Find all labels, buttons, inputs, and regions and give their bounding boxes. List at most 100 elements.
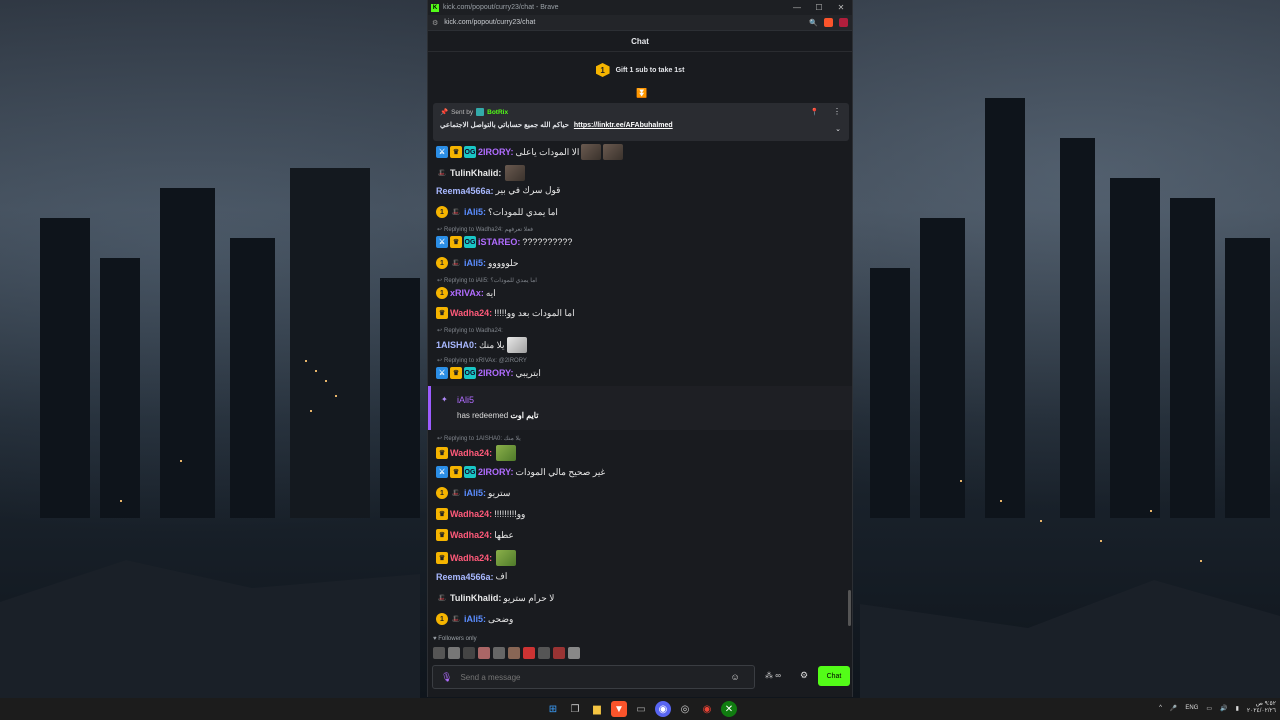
maximize-button[interactable]: ☐ (808, 3, 830, 12)
channel-points-icon: ✦ (441, 395, 448, 404)
followers-only-text: Followers only (438, 636, 477, 642)
pinned-link[interactable]: https://linktr.ee/AFAbuhalmed (574, 122, 673, 129)
reply-text: Replying to xRIVAx: @2IRORY (444, 357, 527, 364)
username[interactable]: Wadha24: (450, 448, 492, 458)
redeem-notice: ✦ iAli5 has redeemed تايم اوت (428, 386, 852, 430)
vip-crown-icon: ♛ (436, 552, 448, 564)
username[interactable]: Wadha24: (450, 308, 492, 318)
username[interactable]: iAli5: (464, 258, 486, 268)
chevron-up-icon[interactable]: ^ (1159, 705, 1162, 711)
expand-arrow-icon[interactable]: ⏬ (636, 88, 647, 99)
username[interactable]: iAli5: (464, 614, 486, 624)
send-message-box[interactable]: 🎙 ☺ (432, 665, 755, 689)
file-explorer-icon[interactable]: ▆ (589, 701, 605, 717)
username[interactable]: iAli5: (464, 207, 486, 217)
emote-quick-bar[interactable] (433, 647, 580, 659)
redeem-action: has redeemed (457, 411, 509, 420)
username[interactable]: Wadha24: (450, 509, 492, 519)
url-bar[interactable]: ⚙ kick.com/popout/curry23/chat 🔍 (428, 15, 852, 31)
chevron-down-icon[interactable]: ⌄ (835, 125, 841, 133)
message-text: يلا منك (479, 339, 505, 350)
redeem-username[interactable]: iAli5 (457, 395, 474, 405)
username[interactable]: 2IRORY: (478, 368, 514, 378)
reply-context[interactable]: ↩ Replying to iAli5: اما يمدي للمودات؟ (437, 277, 537, 284)
message-text: اف (495, 571, 508, 581)
channel-points-button[interactable]: ⁂ ∞ (765, 671, 781, 680)
settings-gear-icon[interactable]: ⚙ (800, 670, 808, 681)
hat-badge-icon: 🎩 (451, 616, 461, 623)
app-icon[interactable]: ▭ (633, 701, 649, 717)
vip-crown-icon: ♛ (450, 466, 462, 478)
username[interactable]: 2IRORY: (478, 467, 514, 477)
emote-image (603, 144, 624, 160)
emote-image[interactable] (448, 647, 460, 659)
username[interactable]: iAli5: (464, 488, 486, 498)
mic-icon[interactable]: 🎙 (441, 672, 452, 683)
brave-shields-icon[interactable] (824, 18, 833, 27)
emote-image[interactable] (568, 647, 580, 659)
emote-image[interactable] (478, 647, 490, 659)
task-view-icon[interactable]: ❐ (567, 701, 583, 717)
chat-scrollbar[interactable] (848, 590, 851, 626)
language-indicator[interactable]: ENG (1185, 705, 1198, 711)
battery-icon[interactable]: ▮ (1236, 705, 1239, 712)
brave-rewards-icon[interactable] (839, 18, 848, 27)
username[interactable]: Wadha24: (450, 530, 492, 540)
speaker-icon[interactable]: 🔊 (1220, 705, 1227, 712)
zoom-icon[interactable]: 🔍 (809, 19, 818, 27)
emote-image[interactable] (463, 647, 475, 659)
emote-image[interactable] (508, 647, 520, 659)
reply-context[interactable]: ↩ Replying to Wadha24: (437, 327, 503, 335)
chrome-icon[interactable]: ◉ (699, 701, 715, 717)
chat-message: 1 🎩 iAli5: اما يمدي للمودات؟ (436, 206, 558, 218)
minimize-button[interactable]: — (786, 3, 808, 12)
username[interactable]: Reema4566a: (436, 186, 494, 196)
emote-image[interactable] (493, 647, 505, 659)
username[interactable]: 1AISHA0: (436, 340, 477, 350)
chat-messages[interactable]: ⚔ ♛ OG 2IRORY: الا المودات ياعلى 🎩 Tulin… (428, 140, 852, 635)
username[interactable]: 2IRORY: (478, 147, 514, 157)
site-settings-icon[interactable]: ⚙ (432, 19, 438, 27)
reply-context[interactable]: ↩ Replying to 1AISHA0: يلا منك (437, 435, 521, 442)
username[interactable]: xRIVAx: (450, 288, 484, 298)
pin-icon[interactable]: 📍 (810, 108, 819, 116)
clock[interactable]: ٩:٥٢ ص ٢٠٢٤/٠٢/٢٦ (1247, 701, 1276, 715)
reply-icon: ↩ (437, 358, 443, 364)
xbox-icon[interactable]: ✕ (721, 701, 737, 717)
window-title: kick.com/popout/curry23/chat - Brave (443, 4, 559, 11)
chat-send-button[interactable]: Chat (818, 666, 850, 686)
username[interactable]: iSTAREO: (478, 237, 520, 247)
chat-message: ♛ Wadha24: (436, 445, 517, 461)
send-message-input[interactable] (460, 672, 731, 682)
emote-image[interactable] (538, 647, 550, 659)
reply-context[interactable]: ↩ Replying to xRIVAx: @2IRORY (437, 357, 527, 365)
reply-context[interactable]: ↩ Replying to Wadha24: فعلا تعرفهم (437, 226, 533, 233)
chat-message: ⚔ ♛ OG 2IRORY: ابتريبي (436, 367, 541, 379)
moderator-badge-icon: ⚔ (436, 367, 448, 379)
emote-image[interactable] (553, 647, 565, 659)
emote-image[interactable] (523, 647, 535, 659)
gift-leaderboard-bar[interactable]: 1 Gift 1 sub to take 1st (428, 52, 852, 88)
emote-image[interactable] (433, 647, 445, 659)
bot-name[interactable]: BotRix (487, 109, 508, 116)
windows-start-icon[interactable]: ⊞ (545, 701, 561, 717)
url-text[interactable]: kick.com/popout/curry23/chat (444, 19, 535, 26)
moderator-badge-icon: ⚔ (436, 466, 448, 478)
microphone-icon[interactable]: 🎤 (1170, 705, 1177, 712)
message-text: لا حرام ستريو (503, 592, 555, 603)
emoji-picker-icon[interactable]: ☺ (730, 672, 739, 682)
steam-icon[interactable]: ◎ (677, 701, 693, 717)
close-window-button[interactable]: ✕ (830, 3, 852, 12)
reply-icon: ↩ (437, 328, 443, 334)
message-text: ابتريبي (515, 367, 541, 378)
username[interactable]: TulinKhalid: (450, 593, 501, 603)
username[interactable]: TulinKhalid: (450, 168, 501, 178)
monitor-icon[interactable]: ▭ (1206, 705, 1212, 712)
more-options-icon[interactable]: ⋮ (833, 107, 841, 116)
username[interactable]: Wadha24: (450, 553, 492, 563)
chat-message: ⚔ ♛ OG iSTAREO: ?????????? (436, 236, 572, 248)
username[interactable]: Reema4566a: (436, 572, 494, 582)
discord-icon[interactable]: ◉ (655, 701, 671, 717)
chat-message: 1 🎩 iAli5: وضحى (436, 613, 513, 625)
brave-browser-icon[interactable]: ▼ (611, 701, 627, 717)
